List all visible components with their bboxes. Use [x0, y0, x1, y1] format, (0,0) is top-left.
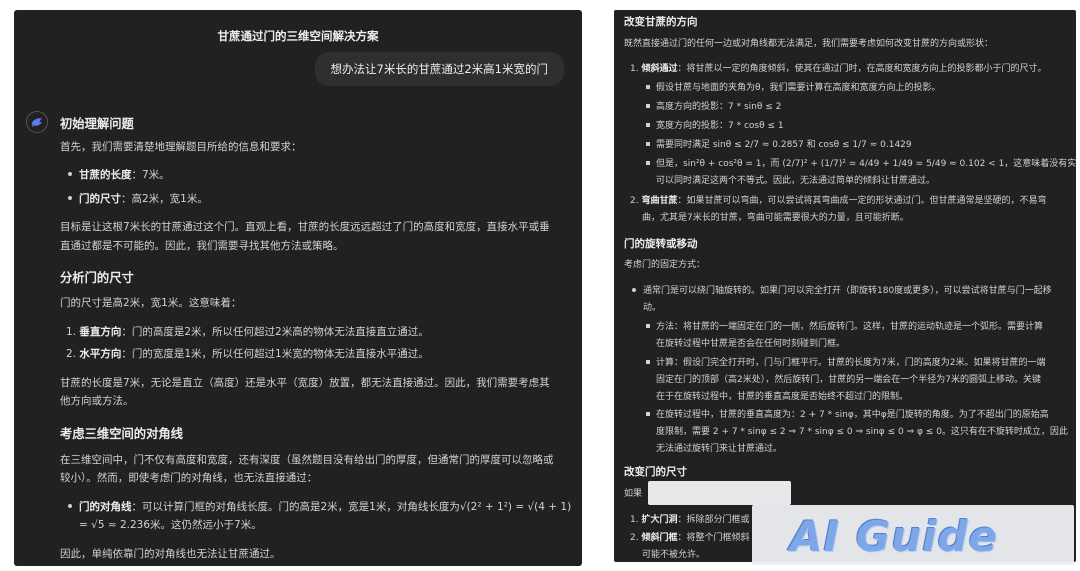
bullet-icon: [646, 84, 650, 89]
sub-item-method: 方法：将甘蔗的一端固定在门的一侧，然后旋转门。这样，甘蔗的运动轨迹是一个弧形。需…: [646, 320, 1043, 336]
chat-panel-right: 改变甘蔗的方向 既然直接通过门的任何一边或对角线都无法满足，我们需要考虑如何改变…: [614, 10, 1076, 562]
bullet-item-door-diagonal: 门的对角线：可以计算门框的对角线长度。门的高是2米，宽是1米，对角线长度为√(2…: [68, 498, 571, 516]
bullet-icon: [646, 411, 650, 416]
watermark-logo: AI Guide: [790, 512, 999, 561]
section-heading-door-size: 分析门的尺寸: [60, 271, 134, 285]
paragraph-line: 较小）。然而，即使考虑门的对角线，也无法直接通过：: [60, 472, 318, 484]
conversation-title: 甘蔗通过门的三维空间解决方案: [217, 29, 379, 43]
bullet-icon: [632, 287, 636, 292]
sub-item-continuation: 可以同时满足这两个不等式。因此，无法通过简单的倾斜让甘蔗通过。: [656, 176, 936, 186]
section-heading-door-rotation: 门的旋转或移动: [624, 238, 698, 250]
sub-item: 需要同时满足 sinθ ≤ 2/7 ≈ 0.2857 和 cosθ ≤ 1/7 …: [646, 138, 912, 154]
section-heading-understand: 初始理解问题: [60, 117, 134, 131]
paragraph-line: 目标是让这根7米长的甘蔗通过这个门。直观上看，甘蔗的长度远远超过了门的高度和宽度…: [60, 221, 550, 233]
section-heading-change-door: 改变门的尺寸: [624, 466, 687, 478]
bullet-icon: [646, 141, 650, 146]
paragraph: 考虑门的固定方式：: [624, 260, 706, 270]
numbered-item-vertical: 1. 垂直方向：门的高度是2米，所以任何超过2米高的物体无法直接直立通过。: [66, 326, 429, 338]
bullet-icon: [646, 122, 650, 127]
paragraph-line: 直通过都是不可能的。因此，我们需要寻找其他方法或策略。: [60, 240, 344, 252]
numbered-item-tilt: 1. 倾斜通过：将甘蔗以一定的角度倾斜，使其在通过门时，在高度和宽度方向上的投影…: [630, 64, 1047, 74]
sub-item-calc: 计算：假设门完全打开时，门与门框平行。甘蔗的长度为7米，门的高度为2米。如果将甘…: [646, 356, 1045, 372]
sub-item-continuation: 度限制，需要 2 + 7 * sinφ ≤ 2 ⇒ 7 * sinφ ≤ 0 ⇒…: [656, 427, 1068, 437]
sub-item-continuation: 无法通过旋转门来让甘蔗通过。: [656, 444, 783, 454]
paragraph-line: 在三维空间中，门不仅有高度和宽度，还有深度（虽然题目没有给出门的厚度，但通常门的…: [60, 454, 554, 466]
sub-item: 宽度方向的投影：7 * cosθ ≤ 1: [646, 119, 784, 135]
bullet-icon: [646, 323, 650, 328]
paragraph: 门的尺寸是高2米，宽1米。这意味着：: [60, 297, 242, 309]
section-heading-diagonal: 考虑三维空间的对角线: [60, 427, 183, 441]
user-message-bubble: 想办法让7米长的甘蔗通过2米高1米宽的门: [314, 52, 564, 86]
numbered-continuation: 曲，尤其是7米长的甘蔗，弯曲可能需要很大的力量，且可能折断。: [642, 213, 909, 223]
sub-item-continuation: 固定在门的顶部（高2米处），然后旋转门，甘蔗的另一端会在一个半径为7米的圆弧上移…: [656, 375, 1041, 385]
section-heading-change-direction: 改变甘蔗的方向: [624, 16, 698, 28]
bullet-icon: [68, 504, 72, 508]
bullet-continuation: = √5 ≈ 2.236米。这仍然远小于7米。: [79, 519, 262, 531]
paragraph: 如果: [624, 489, 643, 499]
sub-item: 但是，sin²θ + cos²θ = 1，而 (2/7)² + (1/7)² =…: [646, 157, 1076, 173]
numbered-continuation: 可能不被允许。: [642, 550, 706, 560]
sub-item-continuation: 在于在旋转过程中，甘蔗的垂直高度是否始终不超过门的限制。: [656, 392, 909, 402]
sub-item-vertical-height: 在旋转过程中，甘蔗的垂直高度为：2 + 7 * sinφ，其中φ是门旋转的角度。…: [646, 408, 1049, 424]
sub-item: 高度方向的投影：7 * sinθ ≤ 2: [646, 100, 781, 116]
bullet-icon: [68, 172, 72, 176]
paragraph: 既然直接通过门的任何一边或对角线都无法满足，我们需要考虑如何改变甘蔗的方向或形状…: [624, 39, 994, 49]
bullet-icon: [68, 196, 72, 200]
assistant-avatar-icon: [26, 111, 48, 133]
sub-item-continuation: 在旋转过程中甘蔗是否会在任何时刻碰到门框。: [656, 339, 846, 349]
bullet-icon: [646, 103, 650, 108]
bullet-item-door-size: 门的尺寸：高2米，宽1米。: [68, 190, 208, 208]
numbered-item-tilt-frame: 2. 倾斜门框：将整个门框倾斜: [630, 533, 750, 543]
bullet-item-sugarcane-length: 甘蔗的长度：7米。: [68, 166, 170, 184]
paragraph: 因此，单纯依靠门的对角线也无法让甘蔗通过。: [60, 548, 281, 560]
chat-panel-left: 甘蔗通过门的三维空间解决方案 想办法让7米长的甘蔗通过2米高1米宽的门 初始理解…: [14, 10, 582, 566]
bullet-icon: [646, 359, 650, 364]
paragraph-line: 甘蔗的长度是7米，无论是直立（高度）还是水平（宽度）放置，都无法直接通过。因此，…: [60, 377, 550, 389]
sub-item: 假设甘蔗与地面的夹角为θ，我们需要计算在高度和宽度方向上的投影。: [646, 81, 941, 97]
numbered-item-horizontal: 2. 水平方向：门的宽度是1米，所以任何超过1米宽的物体无法直接水平通过。: [66, 348, 429, 360]
bullet-continuation: 动。: [643, 303, 662, 313]
numbered-item-bend: 2. 弯曲甘蔗：如果甘蔗可以弯曲，可以尝试将其弯曲成一定的形状通过门。但甘蔗通常…: [630, 196, 1047, 206]
numbered-item-enlarge: 1. 扩大门洞：拆除部分门框或: [630, 515, 750, 525]
bullet-item-door-rotate: 通常门是可以绕门轴旋转的。如果门可以完全打开（即旋转180度或更多），可以尝试将…: [632, 284, 1052, 300]
blurred-region: [648, 481, 791, 505]
paragraph: 首先，我们需要清楚地理解题目所给的信息和要求：: [60, 141, 302, 153]
paragraph-line: 他方向或方法。: [60, 395, 134, 407]
bullet-icon: [646, 160, 650, 165]
